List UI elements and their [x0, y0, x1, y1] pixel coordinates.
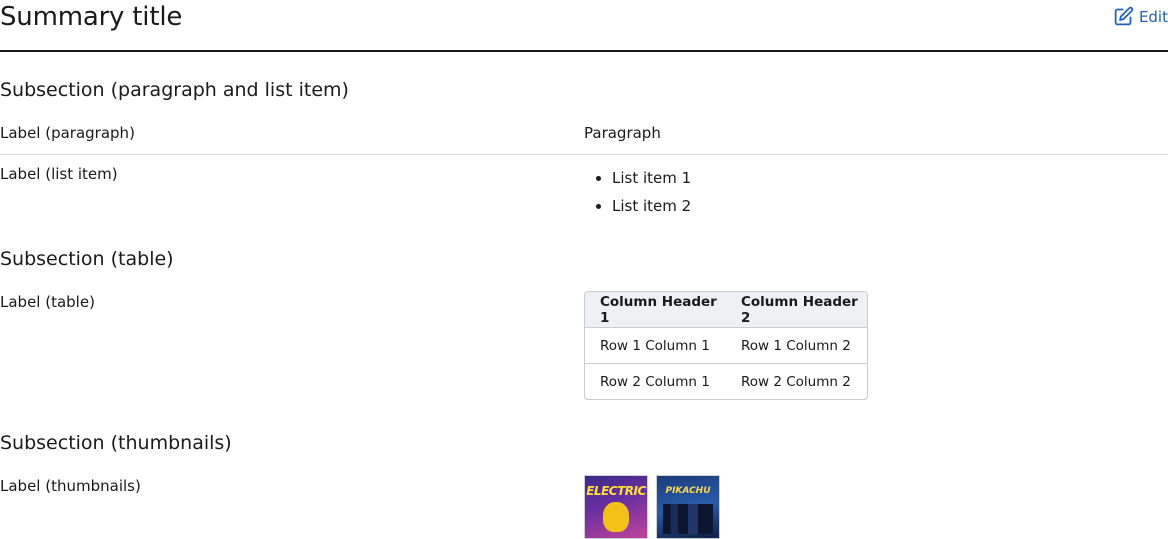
edit-link[interactable]: Edit	[1113, 6, 1168, 27]
label-paragraph: Label (paragraph)	[0, 124, 135, 142]
subsection-heading-table: Subsection (table)	[0, 248, 174, 270]
subsection-heading-paragraph-list: Subsection (paragraph and list item)	[0, 79, 349, 101]
page-title: Summary title	[0, 2, 183, 32]
list-item: List item 2	[612, 192, 691, 220]
table-cell: Row 1 Column 2	[726, 328, 867, 364]
thumbnail-image[interactable]: ELECTRIC	[584, 475, 648, 539]
list-item: List item 1	[612, 164, 691, 192]
edit-label: Edit	[1138, 7, 1168, 26]
paragraph-value: Paragraph	[584, 124, 661, 142]
table-cell: Row 1 Column 1	[585, 328, 726, 364]
label-list-item: Label (list item)	[0, 165, 118, 183]
summary-header: Summary title Edit	[0, 0, 1168, 52]
pencil-square-icon	[1114, 6, 1134, 26]
city-skyline	[663, 504, 713, 534]
table-row: Row 1 Column 1 Row 1 Column 2	[585, 328, 867, 364]
table-header-row: Column Header 1 Column Header 2	[585, 292, 867, 328]
subsection-heading-thumbnails: Subsection (thumbnails)	[0, 432, 232, 454]
label-table: Label (table)	[0, 293, 95, 311]
thumbnail-list: ELECTRIC PIKACHU	[584, 475, 720, 539]
table-cell: Row 2 Column 1	[600, 373, 710, 390]
data-table: Column Header 1 Column Header 2 Row 1 Co…	[584, 291, 868, 400]
column-header: Column Header 1	[585, 292, 726, 328]
table-row: Row 2 Column 1 Row 2 Column 2	[585, 364, 867, 399]
label-thumbnails: Label (thumbnails)	[0, 477, 141, 495]
pikachu-figure	[603, 502, 629, 532]
column-header: Column Header 2	[726, 292, 867, 328]
thumbnail-caption: ELECTRIC	[586, 484, 646, 498]
value-list: List item 1 List item 2	[584, 164, 691, 220]
thumbnail-caption: PIKACHU	[665, 486, 711, 496]
row-divider	[0, 154, 1168, 155]
table-cell: Row 2 Column 2	[741, 373, 851, 390]
thumbnail-image[interactable]: PIKACHU	[656, 475, 720, 539]
